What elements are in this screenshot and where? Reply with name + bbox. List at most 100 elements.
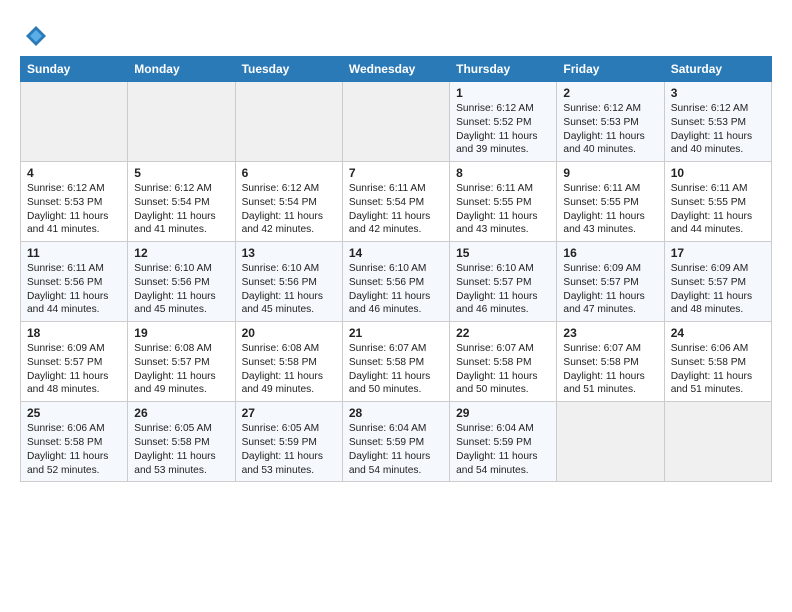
day-number: 29 <box>456 406 550 420</box>
cell-info: Sunrise: 6:11 AM Sunset: 5:55 PM Dayligh… <box>671 182 765 237</box>
day-number: 28 <box>349 406 443 420</box>
header-day: Tuesday <box>235 57 342 82</box>
cell-info: Sunrise: 6:04 AM Sunset: 5:59 PM Dayligh… <box>456 422 550 477</box>
day-number: 19 <box>134 326 228 340</box>
day-number: 9 <box>563 166 657 180</box>
day-number: 17 <box>671 246 765 260</box>
header-day: Friday <box>557 57 664 82</box>
calendar-cell <box>557 402 664 482</box>
day-number: 8 <box>456 166 550 180</box>
cell-info: Sunrise: 6:04 AM Sunset: 5:59 PM Dayligh… <box>349 422 443 477</box>
calendar-table: SundayMondayTuesdayWednesdayThursdayFrid… <box>20 56 772 482</box>
day-number: 7 <box>349 166 443 180</box>
header-day: Sunday <box>21 57 128 82</box>
cell-info: Sunrise: 6:09 AM Sunset: 5:57 PM Dayligh… <box>563 262 657 317</box>
cell-info: Sunrise: 6:10 AM Sunset: 5:57 PM Dayligh… <box>456 262 550 317</box>
calendar-cell: 24 Sunrise: 6:06 AM Sunset: 5:58 PM Dayli… <box>664 322 771 402</box>
cell-info: Sunrise: 6:12 AM Sunset: 5:53 PM Dayligh… <box>563 102 657 157</box>
day-number: 24 <box>671 326 765 340</box>
calendar-cell: 25 Sunrise: 6:06 AM Sunset: 5:58 PM Dayli… <box>21 402 128 482</box>
calendar-cell: 16 Sunrise: 6:09 AM Sunset: 5:57 PM Dayli… <box>557 242 664 322</box>
day-number: 5 <box>134 166 228 180</box>
calendar-cell: 20 Sunrise: 6:08 AM Sunset: 5:58 PM Dayli… <box>235 322 342 402</box>
calendar-week: 25 Sunrise: 6:06 AM Sunset: 5:58 PM Dayli… <box>21 402 772 482</box>
calendar-week: 4 Sunrise: 6:12 AM Sunset: 5:53 PM Daylig… <box>21 162 772 242</box>
logo <box>20 22 52 50</box>
calendar-cell: 2 Sunrise: 6:12 AM Sunset: 5:53 PM Daylig… <box>557 82 664 162</box>
day-number: 27 <box>242 406 336 420</box>
cell-info: Sunrise: 6:08 AM Sunset: 5:57 PM Dayligh… <box>134 342 228 397</box>
calendar-cell: 12Sunrise: 6:10 AM Sunset: 5:56 PM Dayli… <box>128 242 235 322</box>
calendar-cell: 8 Sunrise: 6:11 AM Sunset: 5:55 PM Daylig… <box>450 162 557 242</box>
day-number: 22 <box>456 326 550 340</box>
calendar-cell: 14Sunrise: 6:10 AM Sunset: 5:56 PM Dayli… <box>342 242 449 322</box>
day-number: 1 <box>456 86 550 100</box>
header-day: Wednesday <box>342 57 449 82</box>
cell-info: Sunrise: 6:05 AM Sunset: 5:58 PM Dayligh… <box>134 422 228 477</box>
day-number: 14 <box>349 246 443 260</box>
cell-info: Sunrise: 6:12 AM Sunset: 5:53 PM Dayligh… <box>27 182 121 237</box>
calendar-cell <box>342 82 449 162</box>
calendar-cell <box>21 82 128 162</box>
cell-info: Sunrise: 6:11 AM Sunset: 5:55 PM Dayligh… <box>456 182 550 237</box>
calendar-cell: 11 Sunrise: 6:11 AM Sunset: 5:56 PM Dayli… <box>21 242 128 322</box>
calendar-cell: 10Sunrise: 6:11 AM Sunset: 5:55 PM Dayli… <box>664 162 771 242</box>
calendar-cell: 28 Sunrise: 6:04 AM Sunset: 5:59 PM Dayli… <box>342 402 449 482</box>
header-day: Thursday <box>450 57 557 82</box>
calendar-week: 11 Sunrise: 6:11 AM Sunset: 5:56 PM Dayli… <box>21 242 772 322</box>
cell-info: Sunrise: 6:11 AM Sunset: 5:56 PM Dayligh… <box>27 262 121 317</box>
day-number: 2 <box>563 86 657 100</box>
cell-info: Sunrise: 6:06 AM Sunset: 5:58 PM Dayligh… <box>671 342 765 397</box>
cell-info: Sunrise: 6:05 AM Sunset: 5:59 PM Dayligh… <box>242 422 336 477</box>
calendar-cell: 5 Sunrise: 6:12 AM Sunset: 5:54 PM Daylig… <box>128 162 235 242</box>
cell-info: Sunrise: 6:11 AM Sunset: 5:54 PM Dayligh… <box>349 182 443 237</box>
cell-info: Sunrise: 6:12 AM Sunset: 5:54 PM Dayligh… <box>242 182 336 237</box>
day-number: 13 <box>242 246 336 260</box>
header <box>20 18 772 50</box>
calendar-cell: 26 Sunrise: 6:05 AM Sunset: 5:58 PM Dayli… <box>128 402 235 482</box>
calendar-cell: 23 Sunrise: 6:07 AM Sunset: 5:58 PM Dayli… <box>557 322 664 402</box>
cell-info: Sunrise: 6:12 AM Sunset: 5:53 PM Dayligh… <box>671 102 765 157</box>
calendar-cell: 15 Sunrise: 6:10 AM Sunset: 5:57 PM Dayli… <box>450 242 557 322</box>
day-number: 26 <box>134 406 228 420</box>
calendar-cell: 6 Sunrise: 6:12 AM Sunset: 5:54 PM Daylig… <box>235 162 342 242</box>
day-number: 20 <box>242 326 336 340</box>
day-number: 12 <box>134 246 228 260</box>
calendar-cell: 22 Sunrise: 6:07 AM Sunset: 5:58 PM Dayli… <box>450 322 557 402</box>
day-number: 6 <box>242 166 336 180</box>
calendar-cell <box>235 82 342 162</box>
calendar-cell: 3 Sunrise: 6:12 AM Sunset: 5:53 PM Daylig… <box>664 82 771 162</box>
calendar-cell: 19 Sunrise: 6:08 AM Sunset: 5:57 PM Dayli… <box>128 322 235 402</box>
day-number: 16 <box>563 246 657 260</box>
header-day: Monday <box>128 57 235 82</box>
header-day: Saturday <box>664 57 771 82</box>
cell-info: Sunrise: 6:10 AM Sunset: 5:56 PM Dayligh… <box>242 262 336 317</box>
cell-info: Sunrise: 6:07 AM Sunset: 5:58 PM Dayligh… <box>563 342 657 397</box>
day-number: 21 <box>349 326 443 340</box>
cell-info: Sunrise: 6:08 AM Sunset: 5:58 PM Dayligh… <box>242 342 336 397</box>
calendar-cell: 13 Sunrise: 6:10 AM Sunset: 5:56 PM Dayli… <box>235 242 342 322</box>
cell-info: Sunrise: 6:09 AM Sunset: 5:57 PM Dayligh… <box>27 342 121 397</box>
cell-info: Sunrise: 6:12 AM Sunset: 5:54 PM Dayligh… <box>134 182 228 237</box>
calendar-week: 1 Sunrise: 6:12 AM Sunset: 5:52 PM Daylig… <box>21 82 772 162</box>
logo-icon <box>20 22 48 50</box>
calendar-cell <box>128 82 235 162</box>
calendar-cell: 18 Sunrise: 6:09 AM Sunset: 5:57 PM Dayli… <box>21 322 128 402</box>
cell-info: Sunrise: 6:06 AM Sunset: 5:58 PM Dayligh… <box>27 422 121 477</box>
day-number: 18 <box>27 326 121 340</box>
day-number: 15 <box>456 246 550 260</box>
calendar-cell: 1 Sunrise: 6:12 AM Sunset: 5:52 PM Daylig… <box>450 82 557 162</box>
calendar-cell: 27 Sunrise: 6:05 AM Sunset: 5:59 PM Dayli… <box>235 402 342 482</box>
calendar-cell <box>664 402 771 482</box>
day-number: 4 <box>27 166 121 180</box>
cell-info: Sunrise: 6:12 AM Sunset: 5:52 PM Dayligh… <box>456 102 550 157</box>
day-number: 11 <box>27 246 121 260</box>
page: SundayMondayTuesdayWednesdayThursdayFrid… <box>0 0 792 492</box>
day-number: 25 <box>27 406 121 420</box>
day-number: 3 <box>671 86 765 100</box>
calendar-week: 18 Sunrise: 6:09 AM Sunset: 5:57 PM Dayli… <box>21 322 772 402</box>
calendar-cell: 29 Sunrise: 6:04 AM Sunset: 5:59 PM Dayli… <box>450 402 557 482</box>
day-number: 23 <box>563 326 657 340</box>
cell-info: Sunrise: 6:07 AM Sunset: 5:58 PM Dayligh… <box>456 342 550 397</box>
cell-info: Sunrise: 6:11 AM Sunset: 5:55 PM Dayligh… <box>563 182 657 237</box>
